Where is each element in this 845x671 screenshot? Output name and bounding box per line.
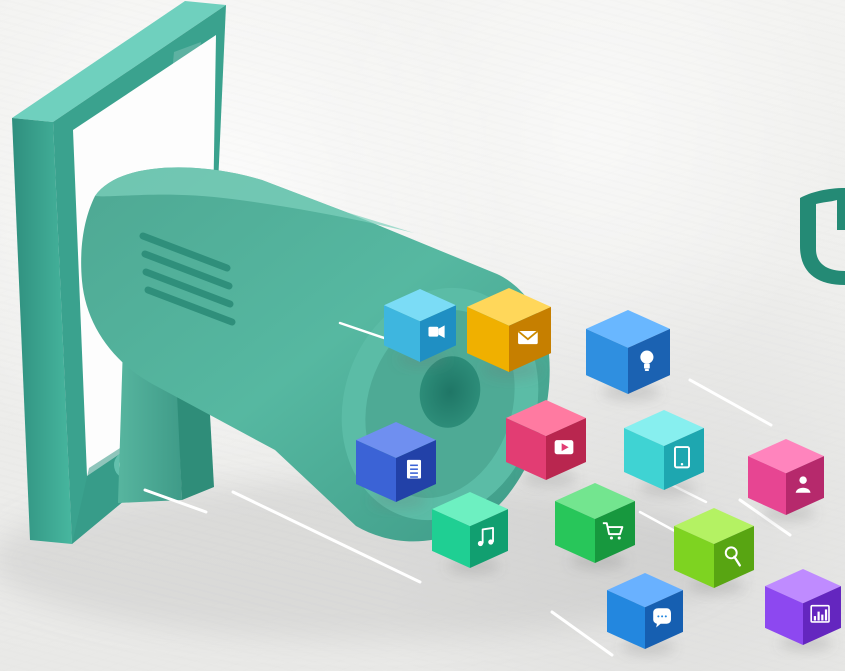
document-icon [406, 459, 422, 479]
brand-logo-mark [800, 188, 845, 285]
lightbulb-cube [586, 310, 670, 402]
tablet-cube [624, 410, 704, 497]
marketing-illustration [0, 0, 845, 671]
video-play-icon [554, 440, 574, 455]
chart-cube [765, 569, 841, 652]
mail-icon [517, 330, 539, 345]
camera-icon [428, 325, 445, 338]
user-cube [748, 439, 824, 522]
motion-line [688, 378, 773, 427]
chat-cube [607, 573, 683, 656]
logo-fragment [800, 188, 845, 285]
illustration-canvas [0, 1, 845, 657]
